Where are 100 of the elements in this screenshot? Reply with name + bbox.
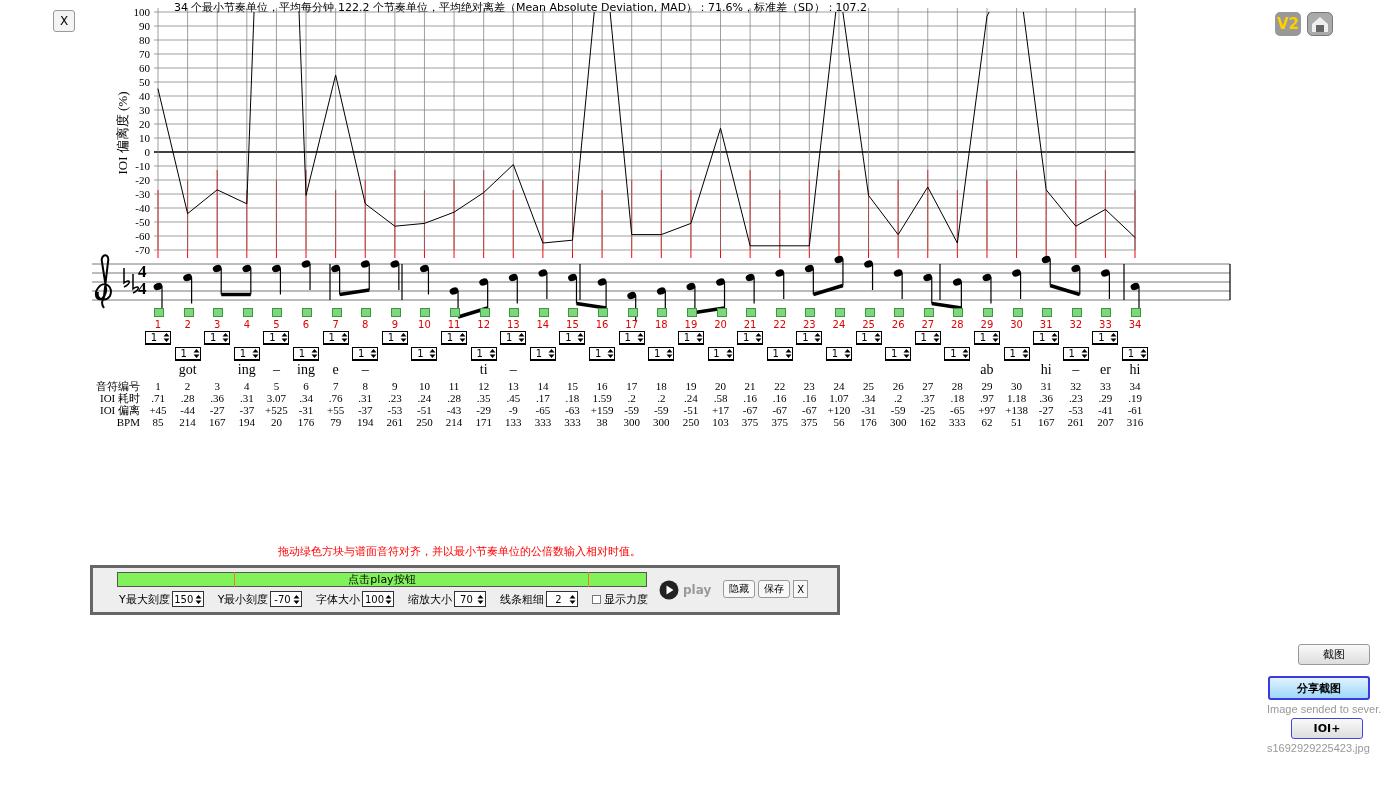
- beat-spinner[interactable]: 1: [322, 331, 349, 345]
- drag-handle[interactable]: [982, 308, 993, 317]
- beat-spinner[interactable]: 1: [500, 331, 527, 345]
- drag-handle[interactable]: [1042, 308, 1053, 317]
- setting-label: 字体大小: [316, 591, 361, 607]
- checkbox[interactable]: [592, 594, 602, 604]
- beat-spinner[interactable]: 1: [1092, 331, 1119, 345]
- table-cell-text: .34: [860, 392, 877, 404]
- number-spinner[interactable]: -70: [270, 591, 303, 607]
- table-cell-text: 194: [356, 416, 375, 428]
- beat-spinner[interactable]: 1: [1003, 347, 1030, 361]
- drag-handle[interactable]: [686, 308, 697, 317]
- drag-handle[interactable]: [302, 308, 312, 317]
- beat-spinner[interactable]: 1: [145, 331, 171, 345]
- beat-spinner[interactable]: 1: [796, 331, 823, 345]
- panel-button[interactable]: 隐藏: [723, 580, 756, 598]
- drag-handle[interactable]: [390, 308, 401, 317]
- number-spinner[interactable]: 100: [362, 591, 395, 607]
- beat-spinner[interactable]: 1: [648, 347, 675, 361]
- x-tick-label: 26: [891, 319, 905, 330]
- table-cell-text: -59: [889, 404, 907, 416]
- drag-handle[interactable]: [242, 308, 253, 317]
- beat-spinner[interactable]: 1: [618, 331, 645, 345]
- share-screenshot-button[interactable]: 分享截图: [1268, 676, 1370, 700]
- beat-spinner[interactable]: 1: [914, 331, 941, 345]
- drag-handle[interactable]: [716, 308, 727, 317]
- beat-spinner[interactable]: 1: [1122, 347, 1148, 361]
- drag-handle[interactable]: [1101, 308, 1112, 317]
- drag-handle[interactable]: [213, 308, 224, 317]
- table-cell-text: 333: [948, 416, 967, 428]
- drag-handle[interactable]: [154, 308, 164, 317]
- drag-handle[interactable]: [864, 308, 875, 317]
- drag-handle[interactable]: [1071, 308, 1082, 317]
- beat-spinner[interactable]: 1: [825, 347, 852, 361]
- drag-handle[interactable]: [450, 308, 461, 317]
- y-tick-label: -20: [135, 174, 150, 186]
- beat-spinner[interactable]: 1: [855, 331, 882, 345]
- drag-handle[interactable]: [834, 308, 845, 317]
- table-cell-text: 32: [1069, 380, 1083, 392]
- drag-handle[interactable]: [361, 308, 372, 317]
- drag-handle[interactable]: [272, 308, 283, 317]
- beat-spinner[interactable]: 1: [973, 331, 1000, 345]
- beat-spinner[interactable]: 1: [441, 331, 468, 345]
- number-spinner[interactable]: 2: [546, 591, 579, 607]
- screenshot-button[interactable]: 截图: [1298, 644, 1370, 665]
- number-spinner[interactable]: 150: [171, 591, 204, 607]
- beat-spinner[interactable]: 1: [293, 347, 319, 361]
- beat-spinner[interactable]: 1: [470, 347, 497, 361]
- drag-handle[interactable]: [627, 308, 638, 317]
- panel-button[interactable]: X: [793, 580, 809, 598]
- beat-spinner[interactable]: 1: [529, 347, 556, 361]
- drag-handle[interactable]: [1131, 308, 1141, 317]
- panel-button[interactable]: 保存: [758, 580, 791, 598]
- table-cell-text: 79: [329, 416, 343, 428]
- table-cell-text: 27: [921, 380, 935, 392]
- beat-spinner[interactable]: 1: [737, 331, 764, 345]
- beat-spinner[interactable]: 1: [381, 331, 408, 345]
- drag-handle[interactable]: [479, 308, 490, 317]
- beat-spinner[interactable]: 1: [204, 331, 231, 345]
- drag-handle[interactable]: [1012, 308, 1023, 317]
- drag-handle[interactable]: [953, 308, 964, 317]
- number-spinner[interactable]: 70: [454, 591, 487, 607]
- y-tick-label: -10: [135, 160, 150, 172]
- beat-spinner[interactable]: 1: [1062, 347, 1089, 361]
- table-cell-text: .16: [771, 392, 788, 404]
- table-cell-text: 6: [302, 380, 310, 392]
- play-icon[interactable]: [659, 580, 679, 600]
- table-cell-text: 16: [595, 380, 609, 392]
- drag-handle[interactable]: [331, 308, 342, 317]
- ioi-plus-button[interactable]: IOI+: [1291, 718, 1363, 739]
- beat-spinner[interactable]: 1: [944, 347, 971, 361]
- drag-handle[interactable]: [538, 308, 549, 317]
- table-cell-text: -37: [356, 404, 374, 416]
- table-cell-text: 300: [622, 416, 641, 428]
- drag-handle[interactable]: [420, 308, 431, 317]
- beat-spinner[interactable]: 1: [263, 331, 290, 345]
- drag-handle[interactable]: [568, 308, 579, 317]
- table-cell-text: 261: [1066, 416, 1086, 428]
- close-button[interactable]: X: [53, 10, 75, 32]
- drag-handle[interactable]: [923, 308, 934, 317]
- beat-spinner[interactable]: 1: [589, 347, 616, 361]
- beat-spinner[interactable]: 1: [766, 347, 793, 361]
- drag-handle[interactable]: [805, 308, 816, 317]
- beat-spinner[interactable]: 1: [677, 331, 704, 345]
- beat-spinner[interactable]: 1: [174, 347, 201, 361]
- drag-handle[interactable]: [657, 308, 668, 317]
- drag-handle[interactable]: [894, 308, 905, 317]
- beat-spinner[interactable]: 1: [559, 331, 586, 345]
- drag-handle[interactable]: [183, 308, 194, 317]
- drag-handle[interactable]: [746, 308, 757, 317]
- beat-spinner[interactable]: 1: [411, 347, 438, 361]
- drag-handle[interactable]: [775, 308, 786, 317]
- beat-spinner[interactable]: 1: [233, 347, 260, 361]
- drag-handle[interactable]: [509, 308, 520, 317]
- beat-spinner[interactable]: 1: [707, 347, 734, 361]
- drag-handle[interactable]: [598, 308, 609, 317]
- beat-spinner[interactable]: 1: [352, 347, 379, 361]
- home-icon[interactable]: [1307, 12, 1333, 36]
- beat-spinner[interactable]: 1: [1033, 331, 1060, 345]
- beat-spinner[interactable]: 1: [885, 347, 912, 361]
